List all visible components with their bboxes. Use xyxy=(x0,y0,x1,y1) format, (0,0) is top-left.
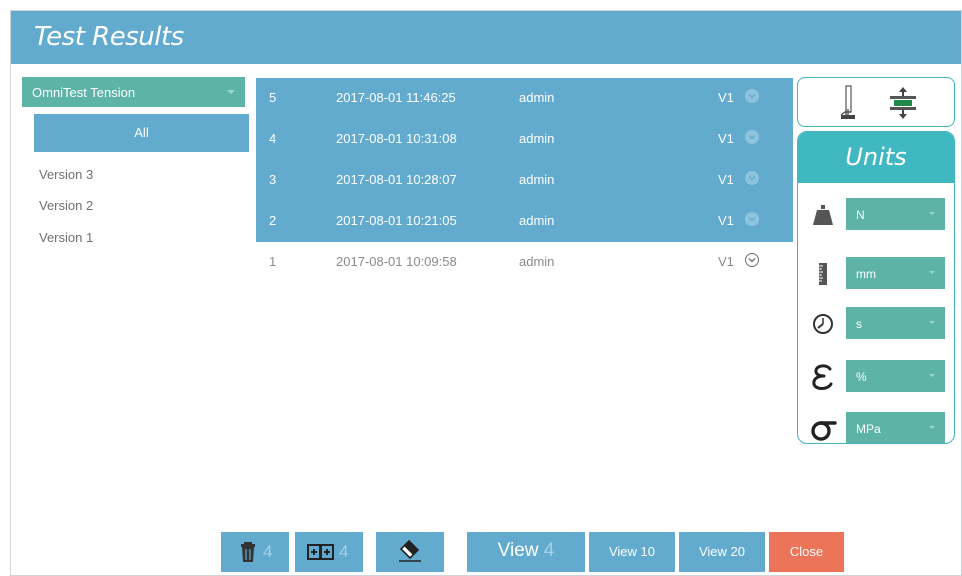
result-datetime: 2017-08-01 10:09:58 xyxy=(336,254,457,269)
unit-row-length: mm xyxy=(798,257,954,291)
close-label: Close xyxy=(789,544,824,559)
machine-select-dropdown[interactable]: OmniTest Tension xyxy=(22,77,245,107)
view-count: 4 xyxy=(543,540,555,561)
unit-row-stress: MPa xyxy=(798,412,954,443)
result-datetime: 2017-08-01 10:31:08 xyxy=(336,131,457,146)
units-panel: Units N mm s % MPa xyxy=(797,131,955,444)
result-datetime: 2017-08-01 10:28:07 xyxy=(336,172,457,187)
time-unit-select[interactable]: s xyxy=(846,307,945,339)
view-10-label: View 10 xyxy=(608,544,655,559)
result-user: admin xyxy=(519,172,555,187)
strain-unit-select[interactable]: % xyxy=(846,360,945,392)
units-header: Units xyxy=(798,132,954,183)
result-user: admin xyxy=(519,90,555,105)
expand-chevron-icon[interactable] xyxy=(745,171,759,185)
expand-chevron-icon[interactable] xyxy=(745,212,759,226)
machine-select-value: OmniTest Tension xyxy=(32,85,136,100)
delete-results-button[interactable]: 4 xyxy=(221,532,289,572)
result-user: admin xyxy=(519,254,555,269)
compare-results-button[interactable]: 4 xyxy=(295,532,363,572)
result-row[interactable]: 5 2017-08-01 11:46:25 admin V1 xyxy=(256,78,793,119)
view-selected-button[interactable]: View 4 xyxy=(467,532,585,572)
view-selected-content: View 4 xyxy=(467,540,585,562)
chevron-down-icon xyxy=(929,271,935,274)
result-row[interactable]: 4 2017-08-01 10:31:08 admin V1 xyxy=(256,119,793,160)
title-bar: Test Results xyxy=(11,11,961,64)
result-version: V1 xyxy=(718,254,734,269)
result-row[interactable]: 1 2017-08-01 10:09:58 admin V1 xyxy=(256,242,793,283)
view-20-label: View 20 xyxy=(698,544,745,559)
result-number: 2 xyxy=(269,213,277,228)
result-number: 1 xyxy=(269,254,277,269)
force-unit-value: N xyxy=(856,208,865,222)
result-datetime: 2017-08-01 11:46:25 xyxy=(336,90,456,105)
test-stand-icon[interactable] xyxy=(838,85,858,126)
close-button[interactable]: Close xyxy=(769,532,844,572)
version-filter-item[interactable]: Version 1 xyxy=(39,230,93,245)
window-title: Test Results xyxy=(34,22,184,52)
force-unit-select[interactable]: N xyxy=(846,198,945,230)
version-filter-item[interactable]: Version 3 xyxy=(39,167,93,182)
stopwatch-icon xyxy=(808,309,838,339)
ruler-icon xyxy=(808,259,838,289)
length-unit-value: mm xyxy=(856,267,876,281)
stress-unit-value: MPa xyxy=(856,422,881,436)
strain-unit-value: % xyxy=(856,370,867,384)
test-mode-selector xyxy=(797,77,955,127)
sigma-stress-icon xyxy=(808,414,838,443)
result-row[interactable]: 3 2017-08-01 10:28:07 admin V1 xyxy=(256,160,793,201)
chevron-down-icon xyxy=(929,321,935,324)
result-version: V1 xyxy=(718,213,734,228)
duplicate-documents-icon xyxy=(307,543,335,566)
time-unit-value: s xyxy=(856,317,862,331)
unit-row-strain: % xyxy=(798,360,954,394)
expand-chevron-icon[interactable] xyxy=(745,253,759,267)
version-filter-all[interactable]: All xyxy=(34,114,249,152)
chevron-down-icon xyxy=(227,90,235,94)
unit-row-force: N xyxy=(798,198,954,232)
compression-fixture-icon[interactable] xyxy=(888,86,918,125)
view-10-button[interactable]: View 10 xyxy=(589,532,675,572)
length-unit-select[interactable]: mm xyxy=(846,257,945,289)
version-filter-item[interactable]: Version 2 xyxy=(39,198,93,213)
stress-unit-select[interactable]: MPa xyxy=(846,412,945,443)
epsilon-strain-icon xyxy=(808,362,838,392)
test-results-window: Test Results OmniTest Tension All Versio… xyxy=(10,10,962,576)
result-number: 5 xyxy=(269,90,277,105)
view-20-button[interactable]: View 20 xyxy=(679,532,765,572)
result-number: 3 xyxy=(269,172,277,187)
results-list: 5 2017-08-01 11:46:25 admin V1 4 2017-08… xyxy=(256,78,793,283)
expand-chevron-icon[interactable] xyxy=(745,89,759,103)
result-version: V1 xyxy=(718,131,734,146)
expand-chevron-icon[interactable] xyxy=(745,130,759,144)
view-label: View xyxy=(497,540,539,561)
result-user: admin xyxy=(519,213,555,228)
version-filter-label: All xyxy=(134,125,149,140)
clear-selection-button[interactable] xyxy=(376,532,444,572)
result-version: V1 xyxy=(718,90,734,105)
chevron-down-icon xyxy=(929,374,935,377)
eraser-icon xyxy=(397,539,423,568)
result-user: admin xyxy=(519,131,555,146)
result-row[interactable]: 2 2017-08-01 10:21:05 admin V1 xyxy=(256,201,793,242)
chevron-down-icon xyxy=(929,212,935,215)
result-datetime: 2017-08-01 10:21:05 xyxy=(336,213,457,228)
unit-row-time: s xyxy=(798,307,954,341)
result-number: 4 xyxy=(269,131,277,146)
weight-icon xyxy=(808,200,838,230)
result-version: V1 xyxy=(718,172,734,187)
compare-count: 4 xyxy=(339,542,349,561)
delete-count: 4 xyxy=(263,542,273,561)
trash-icon xyxy=(239,541,257,568)
chevron-down-icon xyxy=(929,426,935,429)
